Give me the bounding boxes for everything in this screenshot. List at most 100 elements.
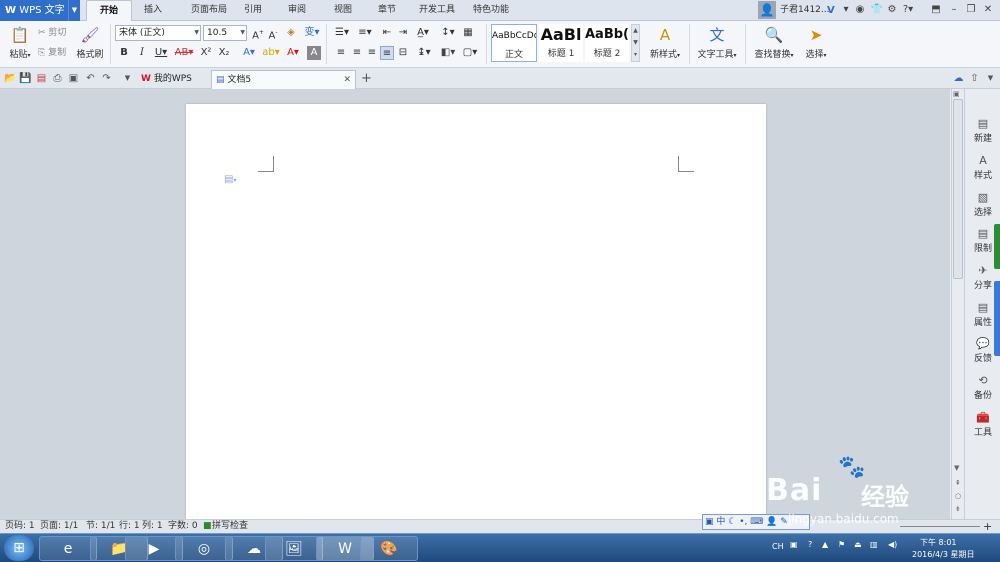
paragraph-marker-icon[interactable]: ▤▾: [224, 174, 236, 185]
arrow-icon[interactable]: ⇧: [968, 72, 981, 85]
next-page-icon[interactable]: ⇟: [955, 505, 961, 513]
ime-logo-icon[interactable]: ▣: [705, 517, 714, 527]
subscript-icon[interactable]: X₂: [217, 46, 231, 60]
show-hidden-icon[interactable]: ▲: [822, 540, 828, 549]
tray-lang[interactable]: CH: [772, 542, 784, 551]
style-normal[interactable]: AaBbCcDd 正文: [491, 24, 537, 62]
app-menu-button[interactable]: W WPS 文字 ▼: [0, 0, 80, 21]
phonetic-guide-icon[interactable]: 变▾: [302, 26, 322, 40]
chevron-down-icon[interactable]: ▼: [68, 0, 80, 21]
text-effect-icon[interactable]: A▾: [239, 46, 259, 60]
punctuation-icon[interactable]: •,: [739, 517, 747, 527]
bold-icon[interactable]: B: [117, 46, 131, 60]
paint-taskbar-icon[interactable]: 🎨: [360, 536, 418, 561]
network-icon[interactable]: ▥: [870, 540, 878, 549]
text-direction-icon[interactable]: A̲▾: [413, 26, 433, 40]
styles-scroll[interactable]: ▲ ▼ ▾: [631, 24, 640, 62]
decrease-indent-icon[interactable]: ⇤: [380, 26, 394, 40]
style-heading-1[interactable]: AaBl 标题 1: [539, 24, 583, 62]
shrink-font-icon[interactable]: A-: [266, 26, 280, 41]
strikethrough-icon[interactable]: AB▾: [173, 46, 195, 60]
underline-icon[interactable]: U▾: [152, 46, 170, 60]
tab-insert[interactable]: 插入: [136, 0, 170, 21]
tab-references[interactable]: 引用: [238, 0, 268, 21]
panel-select[interactable]: ▧ 选择: [965, 191, 1000, 218]
numbered-list-icon[interactable]: ≡▾: [355, 26, 375, 40]
skin-icon[interactable]: ◉: [852, 3, 868, 17]
tab-document[interactable]: ▤ 文档5 ✕: [211, 70, 356, 89]
format-painter-button[interactable]: 🖌 格式刷: [74, 25, 106, 60]
new-tab-icon[interactable]: +: [360, 72, 373, 85]
shirt-icon[interactable]: 👕: [869, 3, 885, 17]
clear-format-icon[interactable]: ◈: [284, 26, 298, 40]
photo-taskbar-icon[interactable]: 🖼: [265, 536, 323, 561]
distribute-icon[interactable]: ⊟: [396, 46, 410, 60]
prev-page-icon[interactable]: ⇞: [955, 479, 961, 487]
tab-view[interactable]: 视图: [328, 0, 358, 21]
shading-icon[interactable]: ◧▾: [438, 46, 458, 60]
scrollbar-thumb[interactable]: [953, 99, 963, 279]
style-heading-2[interactable]: AaBb( 标题 2: [585, 24, 629, 62]
cloud-icon[interactable]: ☁: [952, 72, 965, 85]
usb-icon[interactable]: ⏏: [854, 540, 862, 549]
tab-developer[interactable]: 开发工具: [414, 0, 460, 21]
scroll-down-icon[interactable]: ▼: [954, 464, 959, 472]
char-shading-icon[interactable]: A: [307, 46, 321, 60]
borders-icon[interactable]: ▢▾: [460, 46, 480, 60]
help-icon[interactable]: ?: [808, 540, 812, 549]
tab-my-wps[interactable]: W 我的WPS: [137, 70, 209, 89]
panel-backup[interactable]: ⟲ 备份: [965, 374, 1000, 401]
status-spell-check[interactable]: 拼写检查: [212, 520, 248, 533]
panel-styles[interactable]: A 样式: [965, 154, 1000, 181]
tab-special[interactable]: 特色功能: [468, 0, 514, 21]
align-center-icon[interactable]: ≡: [350, 46, 364, 60]
close-icon[interactable]: ✕: [343, 71, 351, 89]
status-row[interactable]: 行: 1: [119, 520, 140, 533]
increase-indent-icon[interactable]: ⇥: [396, 26, 410, 40]
justify-icon[interactable]: ≡: [380, 46, 394, 60]
tab-chapter[interactable]: 章节: [372, 0, 402, 21]
panel-collapse-handle[interactable]: [994, 281, 1000, 356]
tray-date[interactable]: 2016/4/3 星期日: [912, 549, 974, 560]
italic-icon[interactable]: I: [135, 46, 149, 60]
line-spacing-icon[interactable]: ↨▾: [414, 46, 434, 60]
help-icon[interactable]: ?▾: [898, 3, 918, 17]
status-page-no[interactable]: 页码: 1: [5, 520, 35, 533]
restore-ribbon-icon[interactable]: ⬒: [928, 3, 944, 17]
font-size-select[interactable]: 10.5 ▼: [203, 25, 247, 41]
document-page[interactable]: ▤▾: [186, 104, 766, 519]
bullet-list-icon[interactable]: ☰▾: [332, 26, 352, 40]
save-icon[interactable]: 💾: [19, 72, 32, 85]
status-section[interactable]: 节: 1/1: [86, 520, 115, 533]
vertical-scrollbar[interactable]: ▣ ▼ ⇞ ○ ⇟: [951, 89, 964, 519]
font-name-select[interactable]: 宋体 (正文) ▼: [115, 25, 201, 41]
select-browse-icon[interactable]: ○: [955, 492, 961, 500]
font-color-icon[interactable]: A▾: [283, 46, 303, 60]
pdf-icon[interactable]: ▤: [35, 72, 48, 85]
highlight-icon[interactable]: ab▾: [261, 46, 281, 60]
redo-icon[interactable]: ↷: [100, 72, 113, 85]
zoom-slider[interactable]: [900, 526, 980, 527]
table-border-icon[interactable]: ▦: [461, 26, 475, 40]
align-right-icon[interactable]: ≡: [365, 46, 379, 60]
avatar[interactable]: 👤: [758, 1, 776, 19]
sort-icon[interactable]: ↕▾: [439, 26, 457, 40]
chevron-down-icon[interactable]: ▼: [984, 72, 997, 85]
tray-time[interactable]: 下午 8:01: [920, 537, 957, 548]
ruler-toggle-icon[interactable]: ▣: [953, 90, 960, 98]
customize-dropdown-icon[interactable]: ▼: [121, 72, 134, 85]
start-button[interactable]: ⊞: [4, 535, 34, 561]
status-words[interactable]: 字数: 0: [168, 520, 198, 533]
open-folder-icon[interactable]: 📂: [4, 72, 17, 85]
volume-icon[interactable]: ◀): [888, 540, 897, 549]
panel-tools[interactable]: 🧰 工具: [965, 411, 1000, 438]
new-style-button[interactable]: A 新样式▾: [645, 25, 685, 60]
user-name[interactable]: 子君1412...: [780, 0, 830, 21]
copy-button[interactable]: ⎘ 复制: [38, 45, 66, 61]
ime-tray-icon[interactable]: ▣: [790, 540, 798, 549]
paste-button[interactable]: 📋 粘贴▾: [5, 25, 35, 60]
panel-new[interactable]: ▤ 新建: [965, 117, 1000, 144]
undo-icon[interactable]: ↶: [84, 72, 97, 85]
print-icon[interactable]: ⎙: [51, 72, 64, 85]
superscript-icon[interactable]: X²: [199, 46, 213, 60]
